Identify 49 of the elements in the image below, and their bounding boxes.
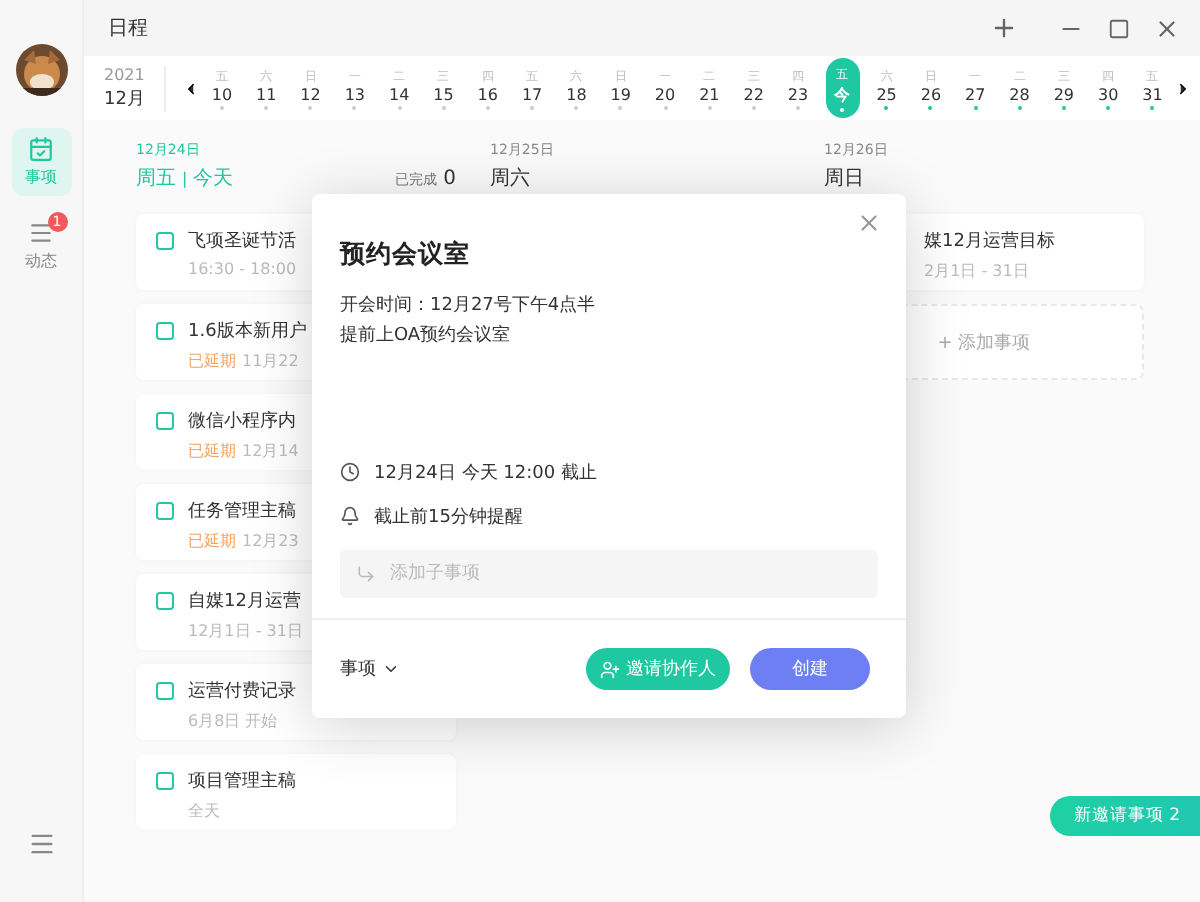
column-weekday: 周五 — [136, 166, 176, 192]
date-number: 19 — [610, 85, 631, 103]
date-number: 27 — [965, 85, 986, 103]
separator: | — [182, 169, 188, 187]
task-title: 运营付费记录 — [188, 679, 296, 704]
task-title: 自媒12月运营 — [188, 589, 303, 614]
date-number: 20 — [654, 85, 676, 103]
task-title: 飞项圣诞节活 — [188, 229, 297, 254]
nav-label: 事项 — [25, 166, 57, 188]
task-title: 微信小程序内 — [188, 409, 298, 434]
date-number: 13 — [344, 85, 366, 103]
date-number: 10 — [211, 85, 233, 103]
date-number: 25 — [876, 85, 897, 103]
task-time: 2月1日 - 31日 — [924, 260, 1031, 282]
task-time: 已延期 12月14 — [188, 440, 299, 462]
date-number: 16 — [477, 85, 498, 103]
month-label: 12月 — [104, 87, 145, 111]
task-time: 6月8日 开始 — [188, 710, 280, 732]
date-number: 26 — [920, 85, 942, 103]
today-label: 今天 — [193, 166, 234, 192]
date-number: 今 — [834, 83, 851, 105]
date-number: 30 — [1097, 85, 1119, 103]
task-time: 已延期 12月23 — [188, 530, 299, 552]
done-count: 0 — [443, 168, 456, 190]
date-number: 22 — [743, 85, 764, 103]
task-title: 项目管理主稿 — [188, 769, 296, 794]
date-number: 14 — [388, 85, 410, 103]
date-number: 31 — [1142, 85, 1163, 103]
date-number: 29 — [1053, 85, 1075, 103]
window-title: 日程 — [108, 16, 150, 42]
task-time: 全天 — [188, 800, 222, 822]
column-weekday: 周日 — [824, 166, 864, 192]
column-weekday: 周六 — [490, 165, 530, 192]
date-number: 18 — [566, 85, 587, 103]
task-title: 任务管理主稿 — [188, 499, 298, 524]
date-number: 23 — [787, 85, 809, 103]
date-number: 28 — [1009, 85, 1030, 103]
date-number: 21 — [699, 85, 720, 103]
task-time: 12月1日 - 31日 — [188, 620, 303, 642]
task-time: 已延期 11月22 — [188, 350, 301, 372]
task-title: 1.6版本新用户 — [188, 319, 307, 344]
nav-label: 动态 — [25, 250, 57, 272]
date-number: 17 — [521, 85, 543, 103]
task-time: 16:30 - 18:00 — [188, 260, 297, 278]
date-number: 15 — [433, 85, 454, 103]
date-number: 12 — [300, 85, 321, 103]
date-number: 11 — [256, 85, 277, 103]
year-label: 2021 — [104, 65, 145, 83]
task-title: 媒12月运营目标 — [924, 229, 1055, 254]
